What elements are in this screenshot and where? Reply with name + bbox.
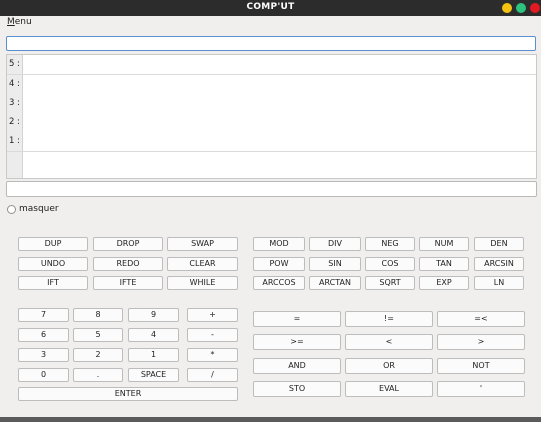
- cos-button[interactable]: COS: [365, 257, 415, 271]
- greater-or-equal-button[interactable]: >=: [253, 334, 341, 350]
- swap-button[interactable]: SWAP: [167, 237, 238, 251]
- decimal-point-button[interactable]: .: [73, 368, 123, 382]
- neg-button[interactable]: NEG: [365, 237, 415, 251]
- stack-row: 1 :: [7, 132, 536, 152]
- ln-button[interactable]: LN: [474, 276, 524, 290]
- redo-button[interactable]: REDO: [93, 257, 163, 271]
- stack-level-label: 5 :: [7, 55, 23, 74]
- key-4-button[interactable]: 4: [128, 328, 179, 342]
- undo-button[interactable]: UNDO: [18, 257, 88, 271]
- window-bottom-edge: [0, 417, 541, 422]
- dup-button[interactable]: DUP: [18, 237, 88, 251]
- multiply-button[interactable]: *: [187, 348, 238, 362]
- status-line: [6, 181, 537, 197]
- not-button[interactable]: NOT: [437, 358, 525, 374]
- arctan-button[interactable]: ARCTAN: [309, 276, 361, 290]
- less-or-equal-button[interactable]: =<: [437, 311, 525, 327]
- space-button[interactable]: SPACE: [128, 368, 179, 382]
- window-title: COMP'UT: [246, 2, 295, 12]
- stack-level-label: 3 :: [7, 94, 23, 113]
- ift-button[interactable]: IFT: [18, 276, 88, 290]
- masquer-label: masquer: [19, 204, 59, 214]
- minimize-icon[interactable]: [502, 3, 512, 13]
- key-2-button[interactable]: 2: [73, 348, 123, 362]
- enter-button[interactable]: ENTER: [18, 387, 238, 401]
- pow-button[interactable]: POW: [253, 257, 305, 271]
- while-button[interactable]: WHILE: [167, 276, 238, 290]
- menu-item[interactable]: Menu: [7, 17, 32, 27]
- close-icon[interactable]: [530, 3, 540, 13]
- stack-row: 4 :: [7, 75, 536, 95]
- key-7-button[interactable]: 7: [18, 308, 69, 322]
- tan-button[interactable]: TAN: [419, 257, 469, 271]
- quote-button[interactable]: ': [437, 381, 525, 397]
- sqrt-button[interactable]: SQRT: [365, 276, 415, 290]
- key-9-button[interactable]: 9: [128, 308, 179, 322]
- masquer-radio[interactable]: [7, 205, 16, 214]
- sin-button[interactable]: SIN: [309, 257, 361, 271]
- key-3-button[interactable]: 3: [18, 348, 69, 362]
- key-6-button[interactable]: 6: [18, 328, 69, 342]
- minus-button[interactable]: -: [187, 328, 238, 342]
- den-button[interactable]: DEN: [474, 237, 524, 251]
- stack-row: 2 :: [7, 113, 536, 133]
- key-1-button[interactable]: 1: [128, 348, 179, 362]
- menu-mnemonic: M: [7, 17, 15, 27]
- menu-bar: Menu: [0, 16, 541, 30]
- drop-button[interactable]: DROP: [93, 237, 163, 251]
- stack-row: 3 :: [7, 94, 536, 114]
- div-button[interactable]: DIV: [309, 237, 361, 251]
- stack-label-gutter: [7, 152, 23, 178]
- less-than-button[interactable]: <: [345, 334, 433, 350]
- key-8-button[interactable]: 8: [73, 308, 123, 322]
- maximize-icon[interactable]: [516, 3, 526, 13]
- and-button[interactable]: AND: [253, 358, 341, 374]
- divide-button[interactable]: /: [187, 368, 238, 382]
- greater-than-button[interactable]: >: [437, 334, 525, 350]
- clear-button[interactable]: CLEAR: [167, 257, 238, 271]
- stack-level-label: 2 :: [7, 113, 23, 132]
- ifte-button[interactable]: IFTE: [93, 276, 163, 290]
- key-0-button[interactable]: 0: [18, 368, 69, 382]
- stack-row: 5 :: [7, 55, 536, 75]
- mod-button[interactable]: MOD: [253, 237, 305, 251]
- plus-button[interactable]: +: [187, 308, 238, 322]
- stack-level-label: 1 :: [7, 132, 23, 151]
- menu-label: enu: [14, 17, 32, 27]
- not-equals-button[interactable]: !=: [345, 311, 433, 327]
- eval-button[interactable]: EVAL: [345, 381, 433, 397]
- key-5-button[interactable]: 5: [73, 328, 123, 342]
- command-input[interactable]: [6, 36, 536, 51]
- sto-button[interactable]: STO: [253, 381, 341, 397]
- stack-empty-area: [23, 152, 536, 178]
- arccos-button[interactable]: ARCCOS: [253, 276, 305, 290]
- arcsin-button[interactable]: ARCSIN: [474, 257, 524, 271]
- exp-button[interactable]: EXP: [419, 276, 469, 290]
- equals-button[interactable]: =: [253, 311, 341, 327]
- or-button[interactable]: OR: [345, 358, 433, 374]
- num-button[interactable]: NUM: [419, 237, 469, 251]
- stack-level-label: 4 :: [7, 75, 23, 94]
- title-bar: COMP'UT: [0, 0, 541, 16]
- stack-display: 5 : 4 : 3 : 2 : 1 :: [6, 54, 537, 179]
